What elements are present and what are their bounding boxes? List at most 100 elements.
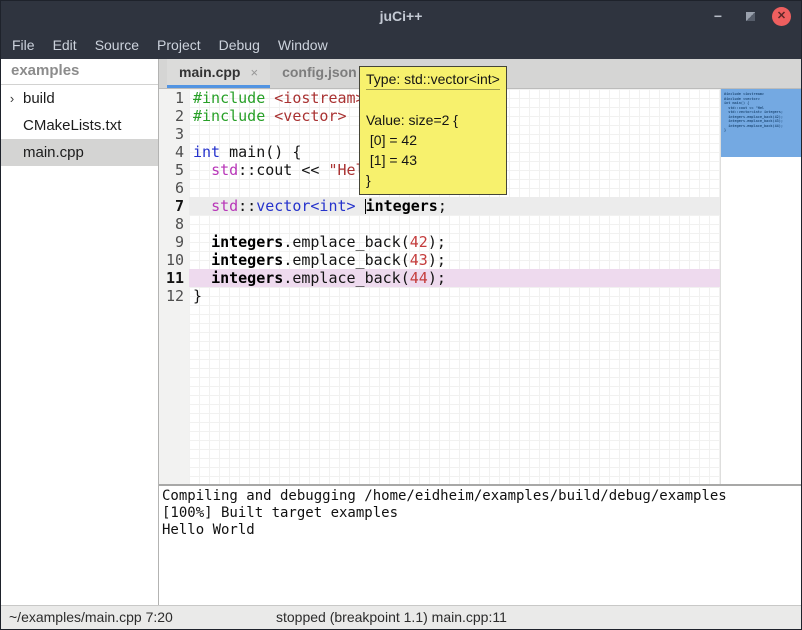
code-token: :: — [238, 197, 256, 215]
code-token: int — [193, 143, 220, 161]
tab-config-json[interactable]: config.json — [270, 59, 369, 88]
app-window: juCi++ − ✕ FileEditSourceProjectDebugWin… — [0, 0, 802, 630]
code-token: 44 — [410, 269, 428, 287]
code-line-8[interactable] — [189, 215, 720, 233]
code-token: #include — [193, 89, 265, 107]
sidebar-item-build[interactable]: ›build — [1, 85, 158, 112]
code-token: 43 — [410, 251, 428, 269]
line-number-2[interactable]: 2 — [159, 107, 184, 125]
tab-label: main.cpp — [179, 64, 240, 80]
tooltip-line — [366, 90, 500, 110]
code-line-11[interactable]: integers.emplace_back(44); — [189, 269, 720, 287]
status-bar: ~/examples/main.cpp 7:20 stopped (breakp… — [1, 605, 801, 629]
line-number-6[interactable]: 6 — [159, 179, 184, 197]
code-token: ; — [438, 197, 447, 215]
code-token: vector<int> — [256, 197, 355, 215]
line-number-1[interactable]: 1 — [159, 89, 184, 107]
source-minimap[interactable]: #include <iostream>#include <vector>int … — [720, 89, 801, 484]
code-token: std — [211, 197, 238, 215]
code-token: integers — [211, 233, 283, 251]
tree-item-label: main.cpp — [23, 144, 84, 161]
menu-item-project[interactable]: Project — [148, 31, 210, 59]
code-token: ::cout << — [238, 161, 328, 179]
line-number-11[interactable]: 11 — [159, 269, 184, 287]
code-token: integers — [211, 269, 283, 287]
tooltip-line: Value: size=2 { — [366, 110, 500, 130]
menu-item-window[interactable]: Window — [269, 31, 337, 59]
minimize-button[interactable]: − — [708, 6, 728, 26]
code-line-9[interactable]: integers.emplace_back(42); — [189, 233, 720, 251]
code-token — [193, 269, 211, 287]
line-number-7[interactable]: 7 — [159, 197, 184, 215]
menu-item-source[interactable]: Source — [86, 31, 148, 59]
minimap-slider[interactable]: #include <iostream>#include <vector>int … — [721, 89, 801, 157]
maximize-icon — [746, 12, 755, 21]
code-token — [193, 197, 211, 215]
code-token: integers — [211, 251, 283, 269]
minimize-icon: − — [714, 8, 722, 24]
code-token: .emplace_back( — [283, 251, 409, 269]
menu-item-file[interactable]: File — [3, 31, 44, 59]
debug-status: stopped (breakpoint 1.1) main.cpp:11 — [276, 609, 507, 625]
tooltip-line: Type: std::vector<int> — [366, 69, 500, 90]
code-token: <iostream> — [274, 89, 364, 107]
code-token — [265, 89, 274, 107]
file-tree: ›build CMakeLists.txt main.cpp — [1, 85, 158, 166]
output-line: [100%] Built target examples — [162, 505, 801, 522]
code-token: .emplace_back( — [283, 233, 409, 251]
sidebar-item-cmakelists-txt[interactable]: CMakeLists.txt — [1, 112, 158, 139]
code-token: <vector> — [274, 107, 346, 125]
file-tree-panel: examples ›build CMakeLists.txt main.cpp — [1, 59, 159, 605]
code-token — [193, 161, 211, 179]
menu-item-debug[interactable]: Debug — [210, 31, 269, 59]
code-token — [193, 251, 211, 269]
code-line-12[interactable]: } — [189, 287, 720, 305]
close-icon: ✕ — [777, 7, 786, 26]
code-token: integers — [366, 197, 438, 215]
cursor-location-status: ~/examples/main.cpp 7:20 — [9, 609, 173, 625]
tooltip-line: } — [366, 170, 500, 190]
maximize-button[interactable] — [740, 6, 760, 26]
line-number-5[interactable]: 5 — [159, 161, 184, 179]
line-number-9[interactable]: 9 — [159, 233, 184, 251]
code-token — [356, 197, 365, 215]
window-title: juCi++ — [380, 8, 423, 24]
menu-bar: FileEditSourceProjectDebugWindow — [1, 31, 801, 59]
tab-label: config.json — [282, 64, 357, 80]
tooltip-line: [0] = 42 — [366, 130, 500, 150]
sidebar-item-main-cpp[interactable]: main.cpp — [1, 139, 158, 166]
code-token: std — [211, 161, 238, 179]
project-name-header: examples — [1, 59, 158, 85]
tree-item-label: CMakeLists.txt — [23, 117, 121, 134]
code-line-7[interactable]: std::vector<int> integers; — [189, 197, 720, 215]
close-button[interactable]: ✕ — [772, 7, 791, 26]
code-token: #include — [193, 107, 265, 125]
code-token: ); — [428, 269, 446, 287]
code-token: ); — [428, 251, 446, 269]
line-number-10[interactable]: 10 — [159, 251, 184, 269]
minimap-line: } — [724, 128, 801, 133]
menu-item-edit[interactable]: Edit — [44, 31, 86, 59]
code-token — [265, 107, 274, 125]
line-number-12[interactable]: 12 — [159, 287, 184, 305]
tab-main-cpp[interactable]: main.cpp × — [167, 59, 270, 88]
chevron-right-icon[interactable]: › — [1, 91, 23, 106]
line-number-gutter[interactable]: 123456789101112 — [159, 89, 189, 484]
code-token — [193, 233, 211, 251]
code-token: } — [193, 287, 202, 305]
tab-close-icon[interactable]: × — [250, 65, 258, 80]
code-token: 42 — [410, 233, 428, 251]
line-number-8[interactable]: 8 — [159, 215, 184, 233]
tree-item-label: build — [23, 90, 55, 107]
code-token: ); — [428, 233, 446, 251]
output-panel[interactable]: Compiling and debugging /home/eidheim/ex… — [159, 486, 801, 605]
title-bar[interactable]: juCi++ − ✕ — [1, 1, 801, 31]
code-line-10[interactable]: integers.emplace_back(43); — [189, 251, 720, 269]
code-token: .emplace_back( — [283, 269, 409, 287]
debug-value-tooltip: Type: std::vector<int>Value: size=2 { [0… — [359, 66, 507, 195]
tooltip-line: [1] = 43 — [366, 150, 500, 170]
output-line: Compiling and debugging /home/eidheim/ex… — [162, 488, 801, 505]
line-number-4[interactable]: 4 — [159, 143, 184, 161]
line-number-3[interactable]: 3 — [159, 125, 184, 143]
code-token: main() { — [220, 143, 301, 161]
